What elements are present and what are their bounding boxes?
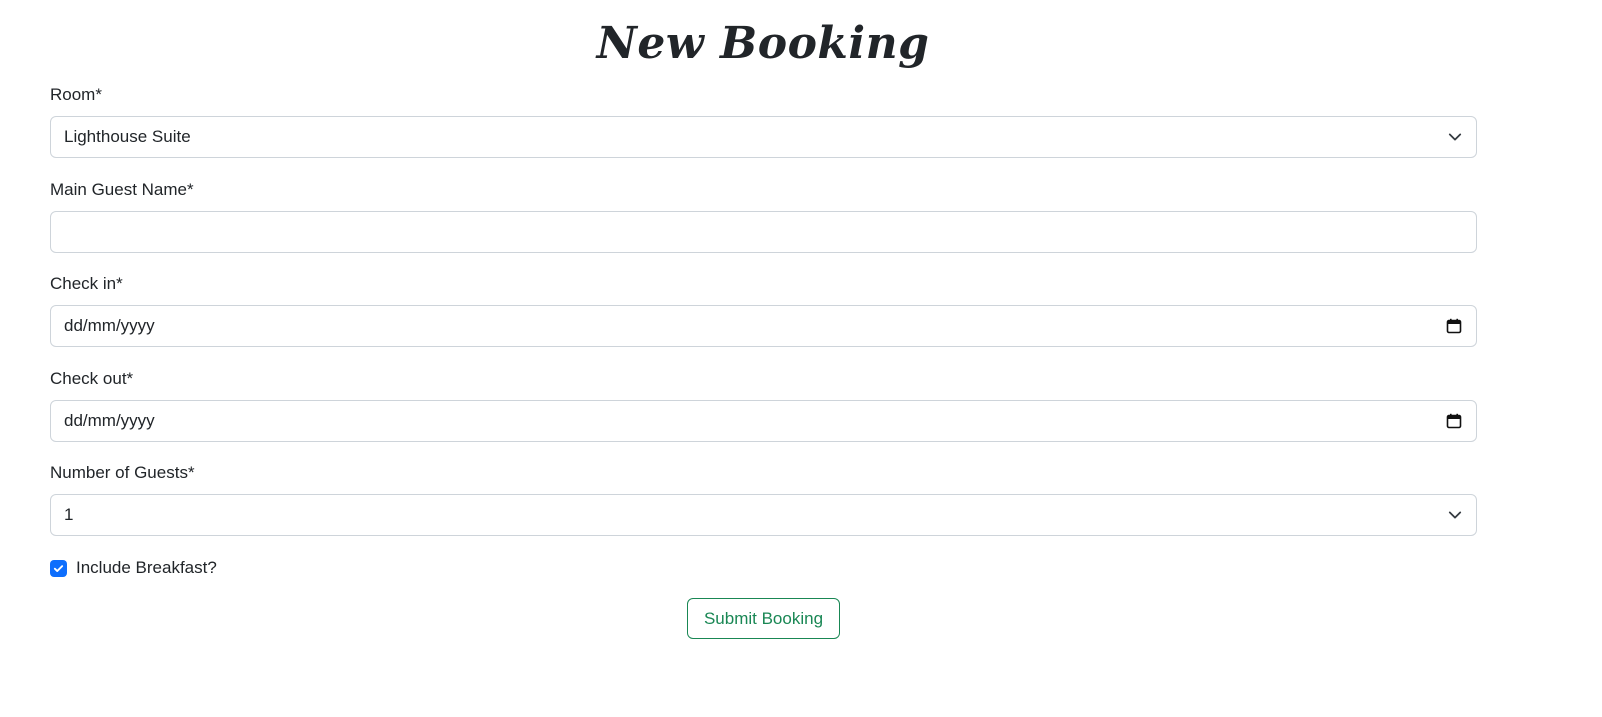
guests-label: Number of Guests* — [50, 463, 195, 482]
chevron-down-icon — [1447, 129, 1463, 145]
calendar-icon[interactable] — [1445, 412, 1463, 430]
check-in-date-input[interactable]: dd/mm/yyyy — [50, 305, 1477, 347]
room-label: Room* — [50, 85, 102, 104]
guests-select-value: 1 — [64, 505, 74, 524]
submit-booking-button[interactable]: Submit Booking — [687, 598, 840, 639]
calendar-icon[interactable] — [1445, 317, 1463, 335]
room-select-value: Lighthouse Suite — [64, 127, 191, 146]
page-title: New Booking — [596, 18, 930, 69]
room-select[interactable]: Lighthouse Suite — [50, 116, 1477, 158]
guests-select[interactable]: 1 — [50, 494, 1477, 536]
breakfast-checkbox[interactable] — [50, 559, 67, 577]
check-in-label: Check in* — [50, 274, 123, 293]
guest-name-label: Main Guest Name* — [50, 180, 194, 199]
guest-name-input[interactable] — [50, 211, 1477, 253]
check-in-placeholder: dd/mm/yyyy — [64, 316, 155, 335]
check-out-placeholder: dd/mm/yyyy — [64, 411, 155, 430]
checkmark-icon — [53, 564, 64, 572]
chevron-down-icon — [1447, 507, 1463, 523]
breakfast-label[interactable]: Include Breakfast? — [76, 558, 217, 578]
check-out-label: Check out* — [50, 369, 134, 388]
breakfast-option: Include Breakfast? — [50, 556, 217, 580]
check-out-date-input[interactable]: dd/mm/yyyy — [50, 400, 1477, 442]
booking-page: New Booking Room* Lighthouse Suite Main … — [0, 0, 1602, 717]
